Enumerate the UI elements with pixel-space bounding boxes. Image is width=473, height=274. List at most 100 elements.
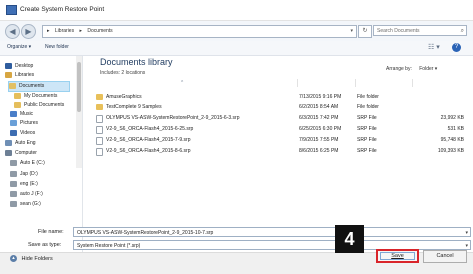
filename-field[interactable]: OLYMPUS VS-ASW-SystemRestorePoint_2-9_20…	[73, 227, 471, 237]
sidebar-item[interactable]: Jap (D:)	[10, 170, 38, 179]
folder-icon	[96, 94, 103, 100]
sidebar-item[interactable]: Public Documents	[14, 101, 64, 110]
file-row[interactable]: V2-9_S6_ORCA-Flash4_2015-7-9.srp 7/9/2015…	[94, 135, 464, 145]
file-date: 7/9/2015 7:55 PM	[299, 137, 339, 143]
pictures-icon	[10, 119, 17, 126]
filename-value: OLYMPUS VS-ASW-SystemRestorePoint_2-9_20…	[77, 230, 214, 236]
cancel-label: Cancel	[436, 253, 454, 259]
sidebar-item[interactable]: Auto E (C:)	[10, 159, 45, 168]
music-icon	[10, 110, 17, 117]
file-type: SRP File	[357, 137, 377, 143]
step-number-badge: 4	[335, 225, 364, 253]
sidebar-item[interactable]: Libraries	[5, 71, 34, 80]
new-folder-button[interactable]: New folder	[45, 44, 69, 50]
file-date: 6/25/2015 6:30 PM	[299, 126, 342, 132]
sidebar-item[interactable]: Videos	[10, 129, 35, 138]
hide-folders-button[interactable]: ▴ Hide Folders	[10, 255, 53, 262]
arrange-by-value[interactable]: Folder ▾	[419, 66, 437, 72]
forward-button[interactable]: ▶	[21, 24, 36, 39]
sidebar-item-label: auto J (F:)	[20, 191, 43, 197]
folder-icon	[96, 104, 103, 110]
sidebar-item[interactable]: Music	[10, 110, 33, 119]
file-icon	[96, 148, 103, 156]
search-input[interactable]: Search Documents ⌕	[373, 25, 467, 36]
file-row[interactable]: V2-9_S6_ORCA-Flash4_2015-8-6.srp 8/6/2015…	[94, 146, 464, 156]
app-icon	[6, 5, 17, 15]
file-date: 8/6/2015 6:25 PM	[299, 148, 339, 154]
file-type: File folder	[357, 104, 379, 110]
sidebar-item-label: Public Documents	[24, 102, 65, 108]
file-type: SRP File	[357, 148, 377, 154]
sidebar-item[interactable]: Auto Eng	[5, 139, 36, 148]
sidebar-scrollbar-thumb[interactable]	[77, 62, 81, 112]
file-name: V2-9_S6_ORCA-Flash4_2015-8-6.srp	[106, 148, 191, 154]
refresh-button[interactable]: ↻	[358, 25, 372, 38]
organize-button[interactable]: Organize ▾	[7, 44, 31, 50]
chevron-down-icon[interactable]: ▾	[465, 228, 468, 238]
help-icon[interactable]: ?	[452, 43, 461, 52]
file-name: TestComplete 9 Samples	[106, 104, 162, 110]
drive-icon	[10, 170, 17, 177]
path-separator-icon: ▸	[79, 28, 82, 34]
sidebar-item-label: Auto Eng	[15, 140, 36, 146]
drive-icon	[10, 159, 17, 166]
folder-icon	[14, 101, 21, 108]
filename-label: File name:	[38, 229, 64, 235]
address-bar[interactable]: ▸ Libraries ▸ Documents ▾	[42, 25, 357, 38]
videos-icon	[10, 129, 17, 136]
library-title: Documents library	[100, 57, 173, 67]
drive-icon	[10, 200, 17, 207]
hide-folders-label: Hide Folders	[21, 255, 53, 262]
sidebar-item-label: eng (E:)	[20, 181, 38, 187]
sidebar-item-label: Documents	[19, 83, 45, 89]
file-icon	[96, 115, 103, 123]
sidebar-item-label: Auto E (C:)	[20, 160, 45, 166]
file-name: V2-9_S6_ORCA-Flash4_2015-7-9.srp	[106, 137, 191, 143]
user-folder-icon	[5, 139, 12, 146]
file-type: SRP File	[357, 115, 377, 121]
drive-icon	[10, 190, 17, 197]
window-title: Create System Restore Point	[20, 6, 105, 13]
file-size: 531 KB	[447, 126, 464, 132]
sidebar-item[interactable]: auto J (F:)	[10, 190, 43, 199]
views-icon[interactable]: ☷ ▾	[428, 43, 440, 51]
documents-icon	[9, 82, 16, 89]
arrange-by[interactable]: Arrange by: Folder ▾	[386, 66, 437, 72]
file-date: 6/3/2015 7:42 PM	[299, 115, 339, 121]
address-bar-row: ◀ ▶ ▸ Libraries ▸ Documents ▾ ↻ Search D…	[0, 21, 473, 41]
sidebar-item[interactable]: Computer	[5, 149, 37, 158]
path-separator-icon: ▸	[47, 28, 50, 34]
file-type: SRP File	[357, 126, 377, 132]
file-row[interactable]: AmuseGraphics 7/13/2015 9:16 PM File folde…	[94, 92, 464, 102]
sidebar-item-label: Music	[20, 111, 34, 117]
sidebar-item-label: Desktop	[15, 63, 34, 69]
sidebar-item[interactable]: My Documents	[14, 92, 57, 101]
file-row[interactable]: V2-9_S6_ORCA-Flash4_2015-6-25.srp 6/25/20…	[94, 124, 464, 134]
sidebar-item[interactable]: Documents	[8, 81, 70, 92]
sidebar-item-label: sean (G:)	[20, 201, 41, 207]
chevron-down-icon[interactable]: ▾	[350, 26, 353, 37]
breadcrumb-documents[interactable]: Documents	[87, 28, 112, 34]
sidebar-item[interactable]: Pictures	[10, 119, 38, 128]
file-name: AmuseGraphics	[106, 94, 142, 100]
file-type: File folder	[357, 94, 379, 100]
save-label: Save	[391, 253, 404, 259]
breadcrumb-libraries[interactable]: Libraries	[55, 28, 74, 34]
savetype-label: Save as type:	[28, 242, 62, 248]
chevron-up-icon: ▴	[10, 255, 17, 262]
back-button[interactable]: ◀	[5, 24, 20, 39]
file-date: 6/2/2015 8:54 AM	[299, 104, 339, 110]
file-row[interactable]: TestComplete 9 Samples 6/2/2015 8:54 AM Fi…	[94, 102, 464, 112]
cancel-button[interactable]: Cancel	[423, 250, 467, 263]
file-icon	[96, 126, 103, 134]
folder-icon	[14, 92, 21, 99]
sidebar-item[interactable]: sean (G:)	[10, 200, 41, 209]
sidebar-item[interactable]: Desktop	[5, 62, 33, 71]
desktop-icon	[5, 62, 12, 69]
file-row[interactable]: OLYMPUS VS-ASW-SystemRestorePoint_2-9_20…	[94, 113, 464, 123]
save-button[interactable]: Save	[376, 249, 419, 263]
sidebar-item-label: Libraries	[15, 72, 35, 78]
sidebar-item[interactable]: eng (E:)	[10, 180, 38, 189]
savetype-value: System Restore Point (*.srp)	[77, 243, 141, 249]
library-subtitle: Includes: 2 locations	[100, 70, 146, 76]
